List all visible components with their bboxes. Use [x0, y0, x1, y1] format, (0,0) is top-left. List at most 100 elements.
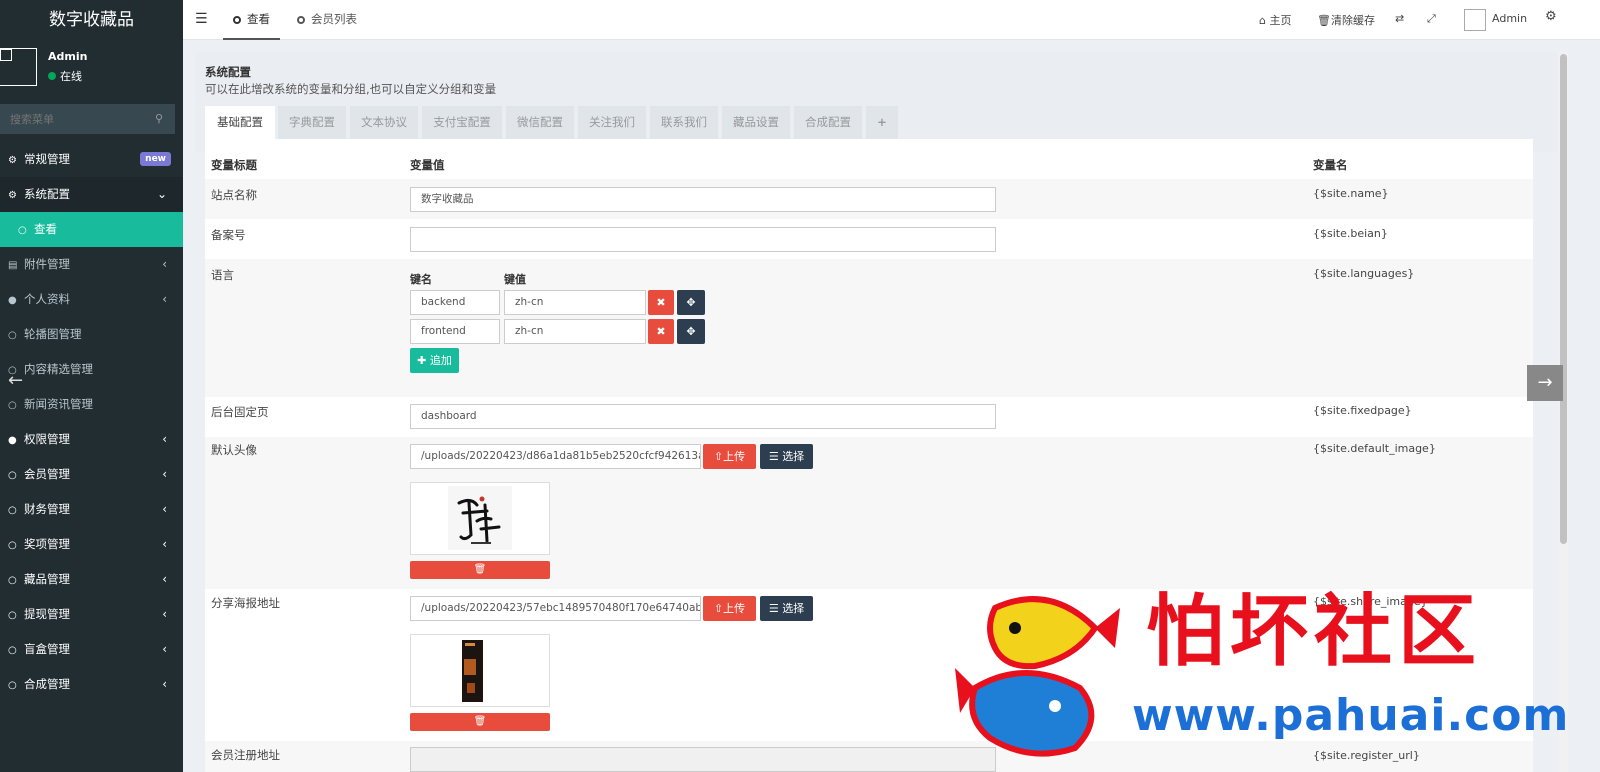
menu-search-input[interactable]	[0, 104, 175, 134]
lang-value-input[interactable]: zh-cn	[504, 290, 646, 315]
delete-image-button[interactable]: 🗑	[410, 713, 550, 731]
drag-handle[interactable]: ✥	[677, 290, 705, 315]
logo-thumbnail	[448, 486, 512, 550]
sidebar-item-withdraw[interactable]: ○ 提现管理 ‹	[0, 597, 183, 632]
sidebar-item-general[interactable]: ⚙ 常规管理 new	[0, 142, 183, 177]
cogs-icon: ⚙	[8, 155, 17, 166]
sidebar-item-featured[interactable]: ○ 内容精选管理	[0, 352, 183, 387]
chevron-left-icon: ‹	[162, 677, 167, 691]
tab-wechat[interactable]: 微信配置	[506, 106, 574, 139]
sidebar-item-system-config[interactable]: ⚙ 系统配置 ⌄	[0, 177, 183, 212]
scrollbar[interactable]	[1559, 52, 1568, 772]
table-row: 站点名称 数字收藏品 {$site.name}	[205, 179, 1533, 219]
add-tab-button[interactable]: +	[866, 106, 898, 139]
lang-key-input[interactable]: backend	[410, 290, 500, 315]
tab-collection-settings[interactable]: 藏品设置	[722, 106, 790, 139]
var-name: {$site.languages}	[1313, 267, 1415, 280]
chevron-left-icon: ‹	[162, 607, 167, 621]
gear-icon: ⚙	[8, 190, 17, 201]
sidebar-item-auth[interactable]: ● 权限管理 ‹	[0, 422, 183, 457]
sidebar-item-synthesis[interactable]: ○ 合成管理 ‹	[0, 667, 183, 702]
row-label: 语言	[211, 268, 234, 282]
clear-cache-link[interactable]: 🗑清除缓存	[1317, 12, 1375, 28]
sidebar-item-attachment[interactable]: ▤ 附件管理 ‹	[0, 247, 183, 282]
delete-image-button[interactable]: 🗑	[410, 561, 550, 579]
circle-icon: ○	[8, 400, 17, 411]
plus-icon: ✚	[417, 354, 427, 367]
arrow-left-icon[interactable]: ←	[8, 370, 23, 391]
page-description: 可以在此增改系统的变量和分组,也可以自定义分组和变量	[205, 82, 497, 96]
register-url-input[interactable]	[410, 747, 996, 772]
lang-value-input[interactable]: zh-cn	[504, 319, 646, 344]
list-icon: ☰	[768, 450, 779, 463]
tab-contact-us[interactable]: 联系我们	[650, 106, 718, 139]
page-title: 系统配置	[205, 65, 251, 79]
sidebar-item-finance[interactable]: ○ 财务管理 ‹	[0, 492, 183, 527]
circle-icon: ○	[8, 330, 17, 341]
chevron-left-icon: ‹	[162, 537, 167, 551]
append-button[interactable]: ✚ 追加	[410, 348, 459, 373]
upload-button[interactable]: ⇧上传	[703, 596, 756, 621]
sidebar-item-members[interactable]: ○ 会员管理 ‹	[0, 457, 183, 492]
sidebar-item-profile[interactable]: ● 个人资料 ‹	[0, 282, 183, 317]
sidebar-item-view[interactable]: ○ 查看	[0, 212, 183, 247]
tab-text-agreement[interactable]: 文本协议	[350, 106, 418, 139]
arrow-right-icon[interactable]: →	[1527, 365, 1563, 401]
sidebar-item-carousel[interactable]: ○ 轮播图管理	[0, 317, 183, 352]
tab-alipay[interactable]: 支付宝配置	[422, 106, 502, 139]
tab-synthesis-config[interactable]: 合成配置	[794, 106, 862, 139]
tab-member-list[interactable]: 会员列表	[287, 0, 367, 40]
sidebar-item-blindbox[interactable]: ○ 盲盒管理 ‹	[0, 632, 183, 667]
watermark-text: 怕坏社区	[1146, 587, 1483, 677]
user-status: 在线	[48, 68, 82, 84]
image-preview[interactable]	[410, 482, 550, 555]
trash-icon: 🗑	[473, 564, 487, 575]
home-link[interactable]: ⌂ 主页	[1259, 12, 1291, 28]
remove-button[interactable]: ✖	[648, 319, 674, 344]
upload-button[interactable]: ⇧上传	[703, 444, 756, 469]
tab-follow-us[interactable]: 关注我们	[578, 106, 646, 139]
drag-handle[interactable]: ✥	[677, 319, 705, 344]
key-header: 键名	[410, 273, 432, 286]
site-name-input[interactable]: 数字收藏品	[410, 187, 996, 212]
lang-key-input[interactable]: frontend	[410, 319, 500, 344]
table-row: 后台固定页 dashboard {$site.fixedpage}	[205, 397, 1533, 437]
sidebar-item-news[interactable]: ○ 新闻资讯管理	[0, 387, 183, 422]
default-image-input[interactable]: /uploads/20220423/d86a1da81b5eb2520cfcf9…	[410, 444, 701, 469]
move-icon: ✥	[686, 325, 696, 338]
circle-icon: ○	[8, 610, 17, 621]
menu-toggle-icon[interactable]: ☰	[195, 11, 208, 27]
value-header: 键值	[504, 273, 526, 286]
search-icon[interactable]: ⚲	[155, 112, 163, 125]
tab-view[interactable]: 查看	[223, 0, 280, 40]
avatar[interactable]	[1464, 9, 1486, 31]
var-name: {$site.name}	[1313, 187, 1389, 200]
share-image-input[interactable]: /uploads/20220423/57ebc1489570480f170e64…	[410, 596, 701, 621]
row-label: 会员注册地址	[211, 748, 280, 762]
user-icon: ●	[8, 295, 17, 306]
tab-basic[interactable]: 基础配置	[205, 106, 275, 139]
user-name: Admin	[48, 50, 88, 63]
move-icon: ✥	[686, 296, 696, 309]
list-icon: ☰	[768, 602, 779, 615]
menu-search: ⚲	[0, 104, 175, 134]
beian-input[interactable]	[410, 227, 996, 252]
fullscreen-icon[interactable]: ⤢	[1427, 12, 1436, 26]
sidebar-item-collections[interactable]: ○ 藏品管理 ‹	[0, 562, 183, 597]
choose-button[interactable]: ☰ 选择	[760, 444, 813, 469]
choose-button[interactable]: ☰ 选择	[760, 596, 813, 621]
top-user-name[interactable]: Admin	[1492, 12, 1527, 25]
sidebar-item-awards[interactable]: ○ 奖项管理 ‹	[0, 527, 183, 562]
var-name: {$site.default_image}	[1313, 442, 1436, 455]
image-preview[interactable]	[410, 634, 550, 707]
remove-button[interactable]: ✖	[648, 290, 674, 315]
app-logo[interactable]: 数字收藏品	[0, 0, 183, 40]
row-label: 默认头像	[211, 443, 257, 457]
tab-dictionary[interactable]: 字典配置	[278, 106, 346, 139]
chevron-left-icon: ‹	[162, 502, 167, 516]
fixedpage-input[interactable]: dashboard	[410, 404, 996, 429]
table-row: 备案号 {$site.beian}	[205, 219, 1533, 259]
settings-icon[interactable]: ⚙	[1545, 9, 1557, 24]
table-row: 默认头像 /uploads/20220423/d86a1da81b5eb2520…	[205, 437, 1533, 589]
language-icon[interactable]: ⇄	[1395, 12, 1404, 25]
